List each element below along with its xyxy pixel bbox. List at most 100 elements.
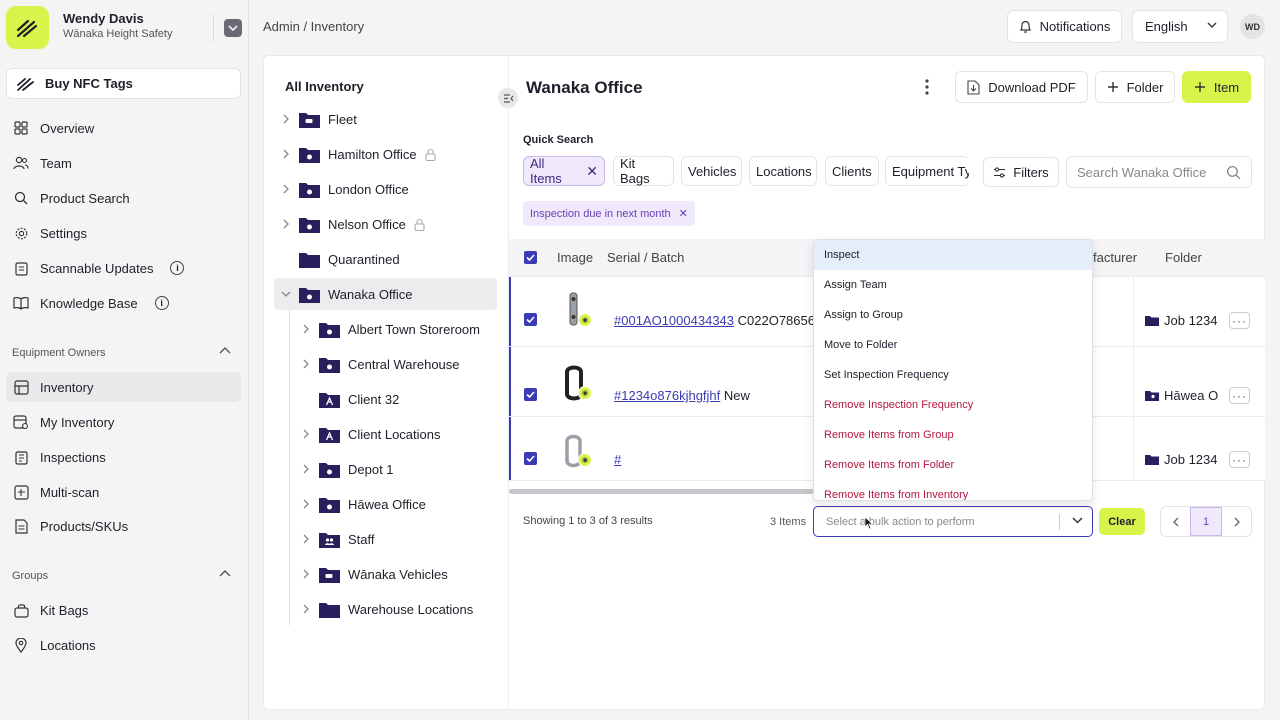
chip-locations[interactable]: Locations [749, 156, 817, 186]
chevron-down-icon[interactable] [279, 291, 293, 297]
chip-equipment-types[interactable]: Equipment Ty [885, 156, 969, 186]
chevron-right-icon[interactable] [279, 219, 293, 229]
nav-team[interactable]: Team [6, 148, 241, 178]
bulk-action-option[interactable]: Remove Items from Inventory [814, 480, 1092, 500]
chevron-right-icon[interactable] [299, 359, 313, 369]
tree-item[interactable]: Central Warehouse [299, 348, 460, 380]
next-page-button[interactable] [1222, 507, 1251, 536]
nav-label: Settings [40, 225, 87, 241]
chip-clients[interactable]: Clients [825, 156, 879, 186]
chevron-up-icon[interactable] [219, 570, 231, 578]
tree-item[interactable]: Staff [299, 523, 375, 555]
horizontal-scrollbar[interactable] [509, 489, 814, 494]
info-icon[interactable]: i [170, 261, 185, 275]
add-item-button[interactable]: Item [1182, 71, 1251, 103]
chevron-right-icon[interactable] [279, 149, 293, 159]
col-folder[interactable]: Folder [1165, 250, 1202, 265]
close-icon[interactable]: ✕ [679, 207, 688, 220]
chip-all-items[interactable]: All Items ✕ [523, 156, 605, 186]
bulk-action-select[interactable]: Select a bulk action to perform [813, 506, 1093, 537]
nav-scannable-updates[interactable]: Scannable Updates i [6, 253, 241, 283]
nav-inventory[interactable]: Inventory [6, 372, 241, 402]
tree-item[interactable]: Client 32 [299, 383, 399, 415]
select-all-checkbox[interactable] [524, 251, 537, 264]
nav-product-search[interactable]: Product Search [6, 183, 241, 213]
info-icon[interactable]: i [154, 296, 169, 310]
nav-inspections[interactable]: Inspections [6, 442, 241, 472]
serial-link[interactable]: #1234o876kjhgfjhf [614, 388, 720, 403]
tree-item[interactable]: London Office [279, 173, 409, 205]
bulk-action-option[interactable]: Inspect [814, 240, 1092, 270]
tree-item[interactable]: Depot 1 [299, 453, 394, 485]
nav-multi-scan[interactable]: Multi-scan [6, 477, 241, 507]
tree-item[interactable]: Fleet [279, 103, 357, 135]
bulk-action-option[interactable]: Remove Items from Group [814, 420, 1092, 450]
language-select[interactable]: English [1132, 10, 1228, 43]
row-actions-button[interactable]: ··· [1229, 387, 1250, 404]
nav-overview[interactable]: Overview [6, 113, 241, 143]
account-dropdown-button[interactable] [224, 19, 242, 37]
clear-button[interactable]: Clear [1099, 508, 1145, 535]
brand-logo[interactable] [6, 6, 49, 49]
bulk-action-option[interactable]: Assign Team [814, 270, 1092, 300]
chevron-right-icon[interactable] [299, 429, 313, 439]
tree-item[interactable]: Hāwea Office [299, 488, 426, 520]
chevron-up-icon[interactable] [219, 347, 231, 355]
chevron-right-icon[interactable] [299, 534, 313, 544]
bulk-action-option[interactable]: Remove Items from Folder [814, 450, 1092, 480]
col-serial[interactable]: Serial / Batch [607, 250, 684, 265]
nav-settings[interactable]: Settings [6, 218, 241, 248]
download-pdf-button[interactable]: Download PDF [955, 71, 1088, 103]
chip-kit-bags[interactable]: Kit Bags [613, 156, 674, 186]
prev-page-button[interactable] [1161, 507, 1190, 536]
search-input[interactable]: Search Wanaka Office [1066, 156, 1252, 188]
tree-item[interactable]: Warehouse Locations [299, 593, 473, 625]
row-actions-button[interactable]: ··· [1229, 451, 1250, 468]
tree-item[interactable]: Quarantined [279, 243, 400, 275]
nav-kit-bags[interactable]: Kit Bags [6, 595, 241, 625]
tree-item[interactable]: Client Locations [299, 418, 441, 450]
folder-icon [1145, 315, 1159, 326]
bulk-action-option[interactable]: Remove Inspection Frequency [814, 390, 1092, 420]
bulk-action-option[interactable]: Move to Folder [814, 330, 1092, 360]
nav-my-inventory[interactable]: My Inventory [6, 407, 241, 437]
row-checkbox[interactable] [524, 388, 537, 401]
notifications-button[interactable]: Notifications [1007, 10, 1122, 43]
bulk-action-option[interactable]: Set Inspection Frequency [814, 360, 1092, 390]
more-options-icon[interactable] [924, 78, 930, 96]
chevron-right-icon[interactable] [279, 184, 293, 194]
tree-item[interactable]: Albert Town Storeroom [299, 313, 480, 345]
chip-vehicles[interactable]: Vehicles [681, 156, 742, 186]
nav-locations[interactable]: Locations [6, 630, 241, 660]
filters-button[interactable]: Filters [983, 157, 1059, 187]
tree-title[interactable]: All Inventory [285, 79, 364, 94]
nav-products-skus[interactable]: Products/SKUs [6, 511, 241, 541]
tree-item[interactable]: Wanaka Office [274, 278, 497, 310]
col-image[interactable]: Image [557, 250, 593, 265]
chevron-right-icon[interactable] [299, 604, 313, 614]
current-page[interactable]: 1 [1190, 507, 1222, 536]
chevron-right-icon[interactable] [279, 114, 293, 124]
chevron-right-icon[interactable] [299, 499, 313, 509]
nav-label: Products/SKUs [40, 518, 129, 534]
collapse-tree-button[interactable] [498, 88, 518, 108]
tree-item[interactable]: Hamilton Office [279, 138, 436, 170]
row-checkbox[interactable] [524, 313, 537, 326]
chevron-right-icon[interactable] [299, 324, 313, 334]
close-icon[interactable]: ✕ [586, 163, 598, 180]
tree-item[interactable]: Wānaka Vehicles [299, 558, 448, 590]
chevron-right-icon[interactable] [299, 569, 313, 579]
avatar[interactable]: WD [1240, 14, 1265, 39]
buy-nfc-tags-button[interactable]: Buy NFC Tags [6, 68, 241, 99]
serial-link[interactable]: #001AO1000434343 [614, 313, 734, 328]
chevron-right-icon[interactable] [299, 464, 313, 474]
add-folder-button[interactable]: Folder [1095, 71, 1175, 103]
tree-item[interactable]: Nelson Office [279, 208, 425, 240]
breadcrumb[interactable]: Admin / Inventory [263, 19, 364, 34]
row-actions-button[interactable]: ··· [1229, 312, 1250, 329]
col-manufacturer[interactable]: facturer [1093, 250, 1137, 265]
serial-link[interactable]: # [614, 452, 621, 467]
row-checkbox[interactable] [524, 452, 537, 465]
nav-knowledge-base[interactable]: Knowledge Base i [6, 288, 241, 318]
bulk-action-option[interactable]: Assign to Group [814, 300, 1092, 330]
